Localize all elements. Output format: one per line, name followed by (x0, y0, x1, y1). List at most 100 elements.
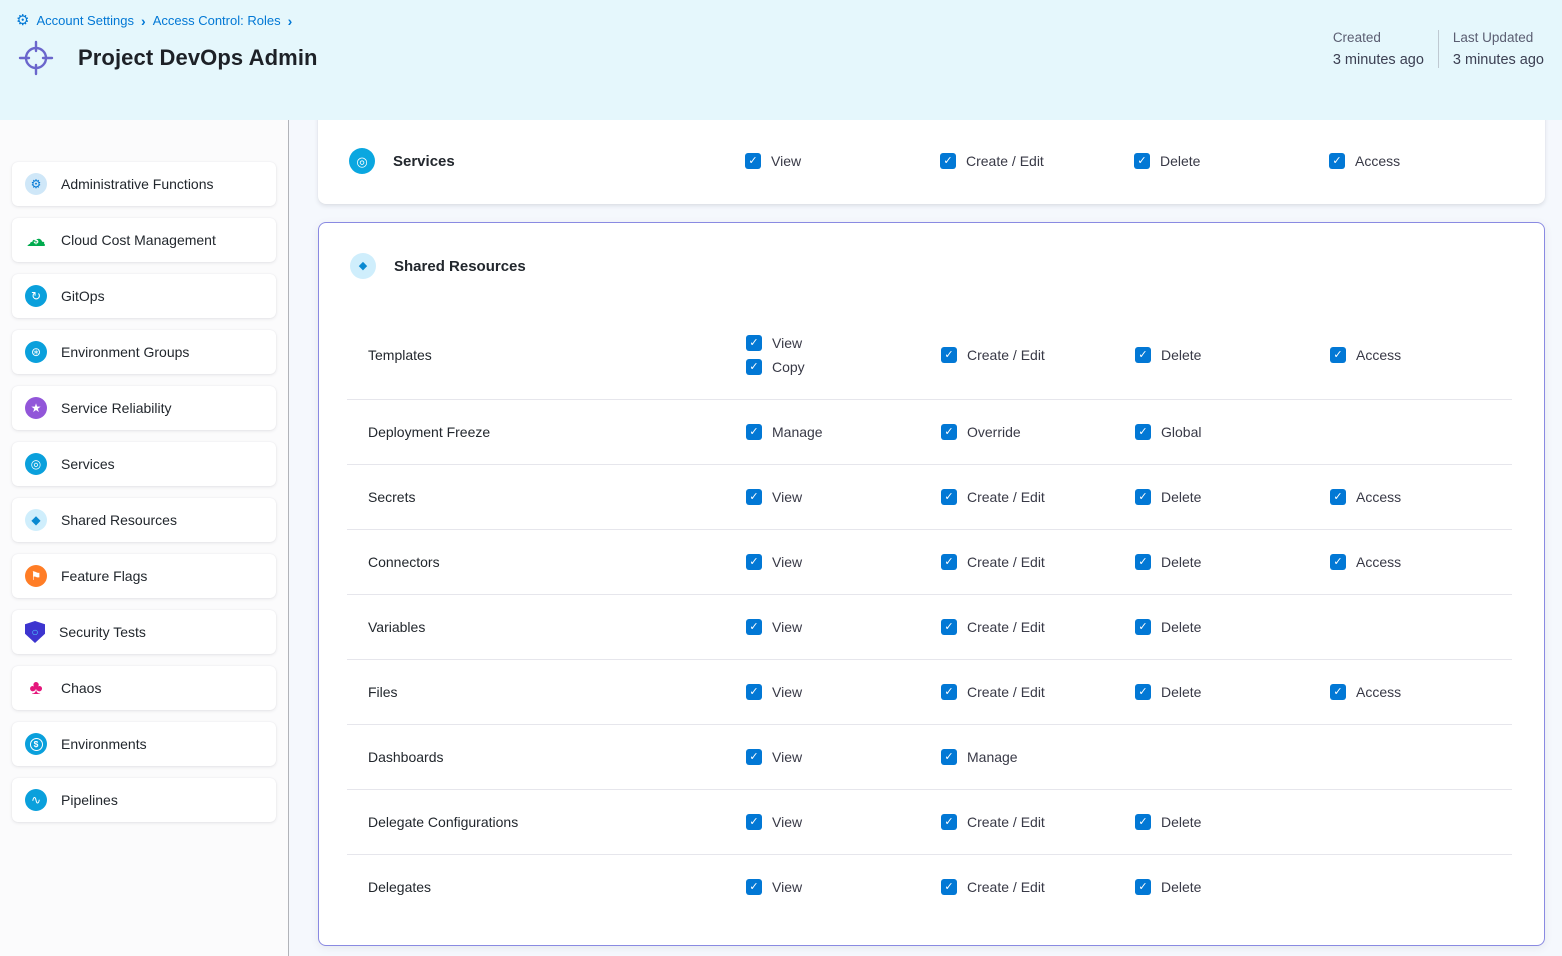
files-permission-col-3: ✓Delete (1135, 684, 1330, 700)
chevron-right-icon: › (141, 14, 146, 28)
checkbox-label: View (772, 554, 802, 570)
checkbox-view-checked[interactable]: ✓ (745, 153, 761, 169)
sidebar-list: ⚙ Administrative Functions ☁$ Cloud Cost… (12, 162, 276, 822)
checkbox-create-edit-checked[interactable]: ✓ (941, 879, 957, 895)
shared-resources-rows: Templates ✓View✓Copy ✓Create / Edit ✓Del… (347, 311, 1512, 919)
page-title: Project DevOps Admin (78, 45, 318, 71)
permission-access: ✓Access (1330, 489, 1512, 505)
permission-create-edit: ✓Create / Edit (941, 554, 1135, 570)
checkbox-manage-checked[interactable]: ✓ (746, 424, 762, 440)
checkbox-delete-checked[interactable]: ✓ (1135, 347, 1151, 363)
checkbox-delete-checked[interactable]: ✓ (1135, 684, 1151, 700)
sidebar-item-services[interactable]: ◎ Services (12, 442, 276, 486)
checkbox-view-checked[interactable]: ✓ (746, 879, 762, 895)
shared-resources-icon: ◆ (350, 253, 376, 279)
permission-row-dashboards: Dashboards ✓View ✓Manage (347, 724, 1512, 789)
checkbox-create-edit-checked[interactable]: ✓ (941, 619, 957, 635)
checkbox-access-checked[interactable]: ✓ (1330, 347, 1346, 363)
last-updated-block: Last Updated 3 minutes ago (1439, 30, 1546, 68)
checkbox-view-checked[interactable]: ✓ (746, 684, 762, 700)
app-window: ⚙ Account Settings › Access Control: Rol… (0, 0, 1562, 956)
sidebar-item-shared-resources[interactable]: ◆ Shared Resources (12, 498, 276, 542)
checkbox-override-checked[interactable]: ✓ (941, 424, 957, 440)
sidebar-item-pipelines[interactable]: ∿ Pipelines (12, 778, 276, 822)
resource-label: Secrets (368, 489, 746, 505)
checkbox-access-checked[interactable]: ✓ (1330, 554, 1346, 570)
breadcrumb-access-control-roles[interactable]: Access Control: Roles (153, 13, 281, 28)
permission-create-edit: ✓Create / Edit (941, 814, 1135, 830)
permission-row-connectors: Connectors ✓View ✓Create / Edit ✓Delete … (347, 529, 1512, 594)
checkbox-label: Manage (772, 424, 823, 440)
permission-view: ✓ View (746, 814, 941, 830)
checkbox-view-checked[interactable]: ✓ (746, 619, 762, 635)
services-permission-col-1: ✓View (745, 153, 940, 169)
sidebar-item-feature-flags[interactable]: ⚑ Feature Flags (12, 554, 276, 598)
checkbox-create-edit-checked[interactable]: ✓ (941, 489, 957, 505)
sidebar-item-environments[interactable]: $ Environments (12, 722, 276, 766)
variables-permission-col-2: ✓Create / Edit (941, 619, 1135, 635)
dashboards-permission-col-1: ✓View (746, 749, 941, 765)
permission-row-files: Files ✓View ✓Create / Edit ✓Delete ✓Acce… (347, 659, 1512, 724)
checkbox-view-checked[interactable]: ✓ (746, 335, 762, 351)
checkbox-create-edit-checked[interactable]: ✓ (941, 684, 957, 700)
permission-row-secrets: Secrets ✓View ✓Create / Edit ✓Delete ✓Ac… (347, 464, 1512, 529)
checkbox-create-edit-checked[interactable]: ✓ (941, 347, 957, 363)
checkbox-delete-checked[interactable]: ✓ (1135, 814, 1151, 830)
deployment-freeze-permission-col-3: ✓Global (1135, 424, 1330, 440)
checkbox-view-checked[interactable]: ✓ (746, 489, 762, 505)
delegate-configurations-permission-col-1: ✓ View (746, 814, 941, 830)
resource-label: Deployment Freeze (368, 424, 746, 440)
checkbox-delete-checked[interactable]: ✓ (1135, 554, 1151, 570)
dashboards-permission-col-2: ✓Manage (941, 749, 1135, 765)
checkbox-delete-checked[interactable]: ✓ (1134, 153, 1150, 169)
checkbox-label: Access (1356, 684, 1401, 700)
checkbox-delete-checked[interactable]: ✓ (1135, 879, 1151, 895)
checkbox-view-checked[interactable]: ✓ (746, 749, 762, 765)
checkbox-manage-checked[interactable]: ✓ (941, 749, 957, 765)
checkbox-create-edit-checked[interactable]: ✓ (940, 153, 956, 169)
chevron-right-icon: › (288, 14, 293, 28)
environment-groups-icon: ⊛ (25, 341, 47, 363)
sidebar-item-label: Environments (61, 736, 147, 752)
sidebar-item-service-reliability[interactable]: ★ Service Reliability (12, 386, 276, 430)
permission-view: ✓View (745, 153, 940, 169)
checkbox-view-checked[interactable]: ✓ (746, 814, 762, 830)
breadcrumb-account-settings[interactable]: Account Settings (36, 13, 134, 28)
dollar-overlay: $ (33, 237, 38, 246)
shared-resources-icon: ◆ (25, 509, 47, 531)
permission-access: ✓Access (1330, 554, 1512, 570)
checkbox-view-checked[interactable]: ✓ (746, 554, 762, 570)
page-body: ⚙ Administrative Functions ☁$ Cloud Cost… (0, 120, 1562, 956)
checkbox-label: View (772, 814, 802, 830)
checkbox-access-checked[interactable]: ✓ (1330, 489, 1346, 505)
sidebar-item-cloud-cost-management[interactable]: ☁$ Cloud Cost Management (12, 218, 276, 262)
checkbox-label: Delete (1161, 554, 1201, 570)
sidebar-item-label: Service Reliability (61, 400, 171, 416)
permission-row-delegates: Delegates ✓View ✓Create / Edit ✓Delete (347, 854, 1512, 919)
sidebar-item-administrative-functions[interactable]: ⚙ Administrative Functions (12, 162, 276, 206)
checkbox-global-checked[interactable]: ✓ (1135, 424, 1151, 440)
permissions-content: ◎ Services ✓View ✓Create / Edit ✓Delete … (289, 120, 1562, 956)
gear-icon: ⚙ (25, 173, 47, 195)
checkbox-delete-checked[interactable]: ✓ (1135, 619, 1151, 635)
permission-create-edit: ✓Create / Edit (941, 619, 1135, 635)
checkbox-create-edit-checked[interactable]: ✓ (941, 814, 957, 830)
checkbox-label: Delete (1161, 347, 1201, 363)
sidebar-item-security-tests[interactable]: ○ Security Tests (12, 610, 276, 654)
checkbox-access-checked[interactable]: ✓ (1329, 153, 1345, 169)
checkbox-delete-checked[interactable]: ✓ (1135, 489, 1151, 505)
checkbox-copy-checked[interactable]: ✓ (746, 359, 762, 375)
checkbox-create-edit-checked[interactable]: ✓ (941, 554, 957, 570)
permission-delete: ✓Delete (1135, 684, 1330, 700)
breadcrumb: ⚙ Account Settings › Access Control: Rol… (16, 13, 1544, 28)
shared-resources-card-title: Shared Resources (394, 258, 526, 275)
sidebar-item-environment-groups[interactable]: ⊛ Environment Groups (12, 330, 276, 374)
connectors-permission-col-2: ✓Create / Edit (941, 554, 1135, 570)
resource-category-sidebar: ⚙ Administrative Functions ☁$ Cloud Cost… (0, 120, 289, 956)
service-reliability-icon: ★ (25, 397, 47, 419)
sidebar-item-chaos[interactable]: ♣ Chaos (12, 666, 276, 710)
resource-label: Dashboards (368, 749, 746, 765)
checkbox-access-checked[interactable]: ✓ (1330, 684, 1346, 700)
sidebar-item-gitops[interactable]: ↻ GitOps (12, 274, 276, 318)
services-permission-col-2: ✓Create / Edit (940, 153, 1134, 169)
